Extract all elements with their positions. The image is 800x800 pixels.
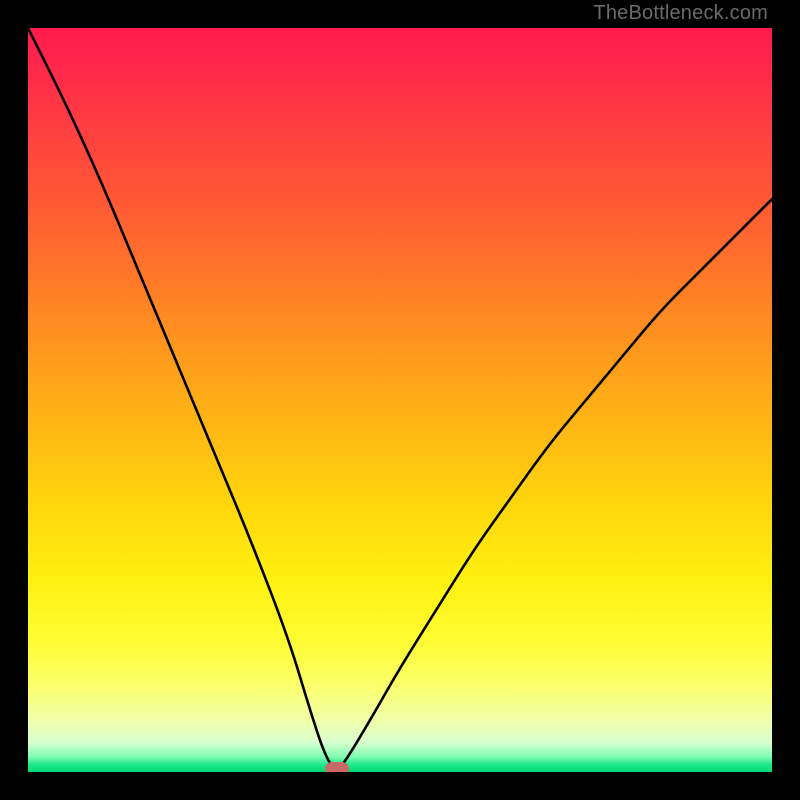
optimal-marker [325, 762, 349, 772]
plot-area [28, 28, 772, 772]
bottleneck-curve [28, 28, 772, 772]
watermark-text: TheBottleneck.com [593, 2, 768, 25]
